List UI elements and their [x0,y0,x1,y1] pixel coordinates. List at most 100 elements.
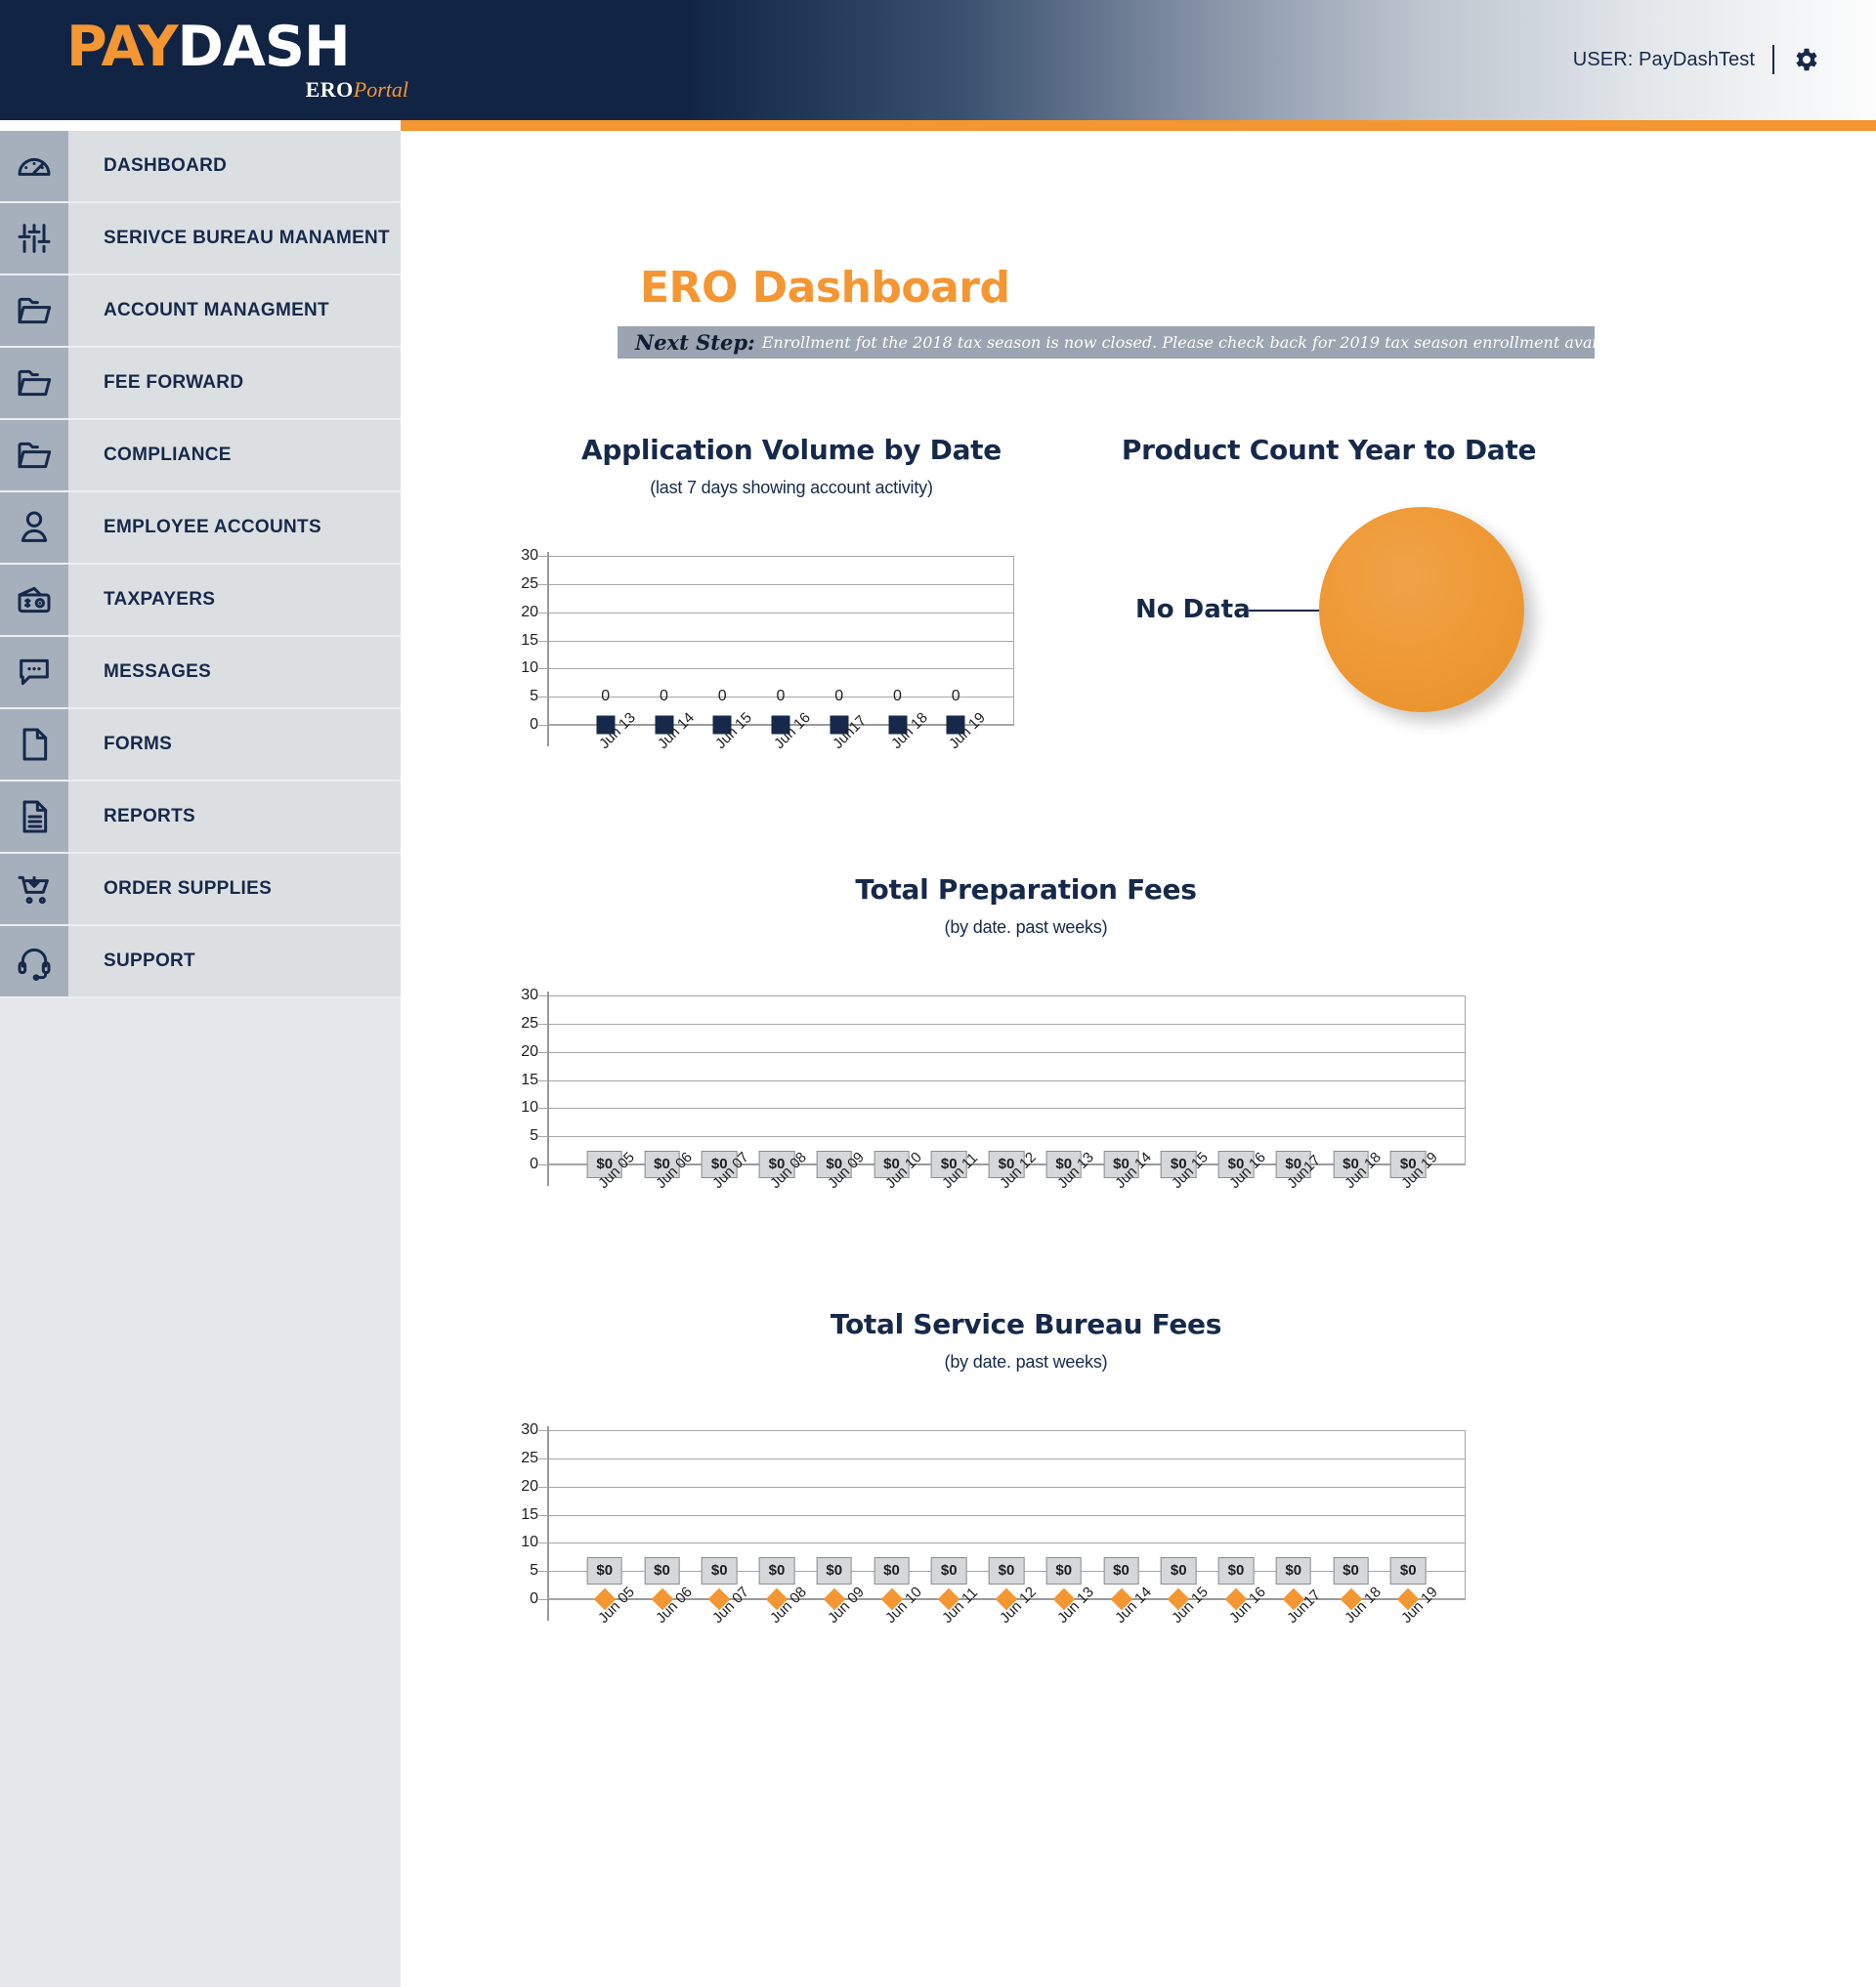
chart-y-tick [538,1051,547,1053]
next-step-message: Enrollment fot the 2018 tax season is no… [761,333,1595,352]
sidebar-item-order-supplies[interactable]: ORDER SUPPLIES [0,854,401,926]
chart-y-tick-label: 30 [521,1421,538,1438]
sidebar-item-employee-accounts[interactable]: EMPLOYEE ACCOUNTS [0,492,401,565]
chart-title: Application Volume by Date [581,434,1002,466]
header-accent-rule [401,120,1876,131]
chart-gridline [547,1108,1466,1110]
sidebar-item-label: DASHBOARD [104,155,228,176]
chart-y-tick-label: 15 [521,1505,538,1523]
pie-slice-label: No Data [1135,595,1251,624]
chart-y-tick-label: 0 [530,1156,538,1172]
chart-y-tick-label: 10 [521,1099,538,1117]
sidebar-item-compliance[interactable]: COMPLIANCE [0,420,401,492]
app-header: PAYDASH EROPortal USER: PayDashTest [0,0,1876,120]
logo-wordmark: PAYDASH [66,18,408,76]
chart-data-label: $0 [1160,1557,1197,1585]
chart-subtitle: (by date. past weeks) [944,1352,1108,1372]
pie-leader-line [1249,610,1319,612]
chart-y-tick [538,1108,547,1110]
chart-y-tick-label: 15 [521,1071,538,1088]
chart-total-preparation-fees: Total Preparation Fees (by date. past wee… [508,873,1544,1245]
chart-y-tick [538,1514,547,1516]
wallet-icon [0,565,68,635]
chart-y-tick-label: 0 [530,1590,538,1607]
chart-data-label: $0 [586,1557,623,1585]
chart-y-tick-label: 30 [521,547,538,564]
chart-data-label: 0 [601,688,611,705]
chart-data-label: 0 [660,688,668,705]
sidebar-item-serivce-bureau-manament[interactable]: SERIVCE BUREAU MANAMENT [0,203,401,275]
chart-data-label: $0 [1389,1557,1427,1585]
gauge-icon [0,131,68,201]
chart-gridline [547,1136,1466,1138]
logo-dash-text: DASH [177,15,350,79]
chart-y-tick [538,697,547,698]
chart-gridline [547,1430,1466,1431]
chart-gridline [547,1079,1466,1081]
logo-portal-text: Portal [353,77,408,102]
sidebar-item-label: MESSAGES [104,661,212,682]
chart-y-tick-label: 10 [521,1534,538,1551]
chart-y-tick-label: 5 [530,1562,538,1580]
chart-data-label: $0 [644,1557,680,1585]
gear-icon[interactable] [1792,45,1821,74]
chart-data-label: 0 [717,688,727,705]
sidebar-item-account-managment[interactable]: ACCOUNT MANAGMENT [0,275,401,348]
chart-y-tick-label: 25 [521,574,538,592]
sidebar-item-forms[interactable]: FORMS [0,709,401,782]
chart-subtitle: (by date. past weeks) [944,917,1108,937]
chart-y-tick [538,1079,547,1081]
chart-y-tick [538,1136,547,1138]
sidebar-item-label: FORMS [104,734,173,754]
chart-gridline [547,1486,1466,1488]
chart-y-tick-label: 5 [530,688,538,705]
sidebar: DASHBOARD SERIVCE BUREAU MANAMENT ACCOUNT … [0,131,401,1987]
sidebar-item-label: SERIVCE BUREAU MANAMENT [104,228,390,248]
chart-total-service-bureau-fees: Total Service Bureau Fees (by date. past … [508,1308,1544,1679]
chart-y-tick-label: 0 [530,716,538,733]
chart-y-tick-label: 5 [530,1127,538,1145]
sidebar-item-label: COMPLIANCE [104,444,232,465]
sidebar-item-dashboard[interactable]: DASHBOARD [0,131,401,203]
sidebar-item-messages[interactable]: MESSAGES [0,637,401,709]
chart-gridline [547,640,1014,642]
sidebar-item-label: SUPPORT [104,951,195,971]
sidebar-item-support[interactable]: SUPPORT [0,926,401,998]
chart-y-tick [538,1599,547,1600]
chart-data-label: $0 [874,1557,910,1585]
document-icon [0,709,68,780]
chart-data-label: $0 [930,1557,967,1585]
chart-subtitle: (last 7 days showing account activity) [650,478,933,497]
chart-y-tick-label: 10 [521,659,538,677]
chart-y-tick [538,583,547,585]
chart-y-tick [538,725,547,726]
chart-y-tick-label: 30 [521,987,538,1003]
dashboard-page: PAYDASH EROPortal USER: PayDashTest DASH… [0,0,1876,1987]
sidebar-item-label: EMPLOYEE ACCOUNTS [104,517,321,537]
chart-plot-area: 0 5 10 15 20 25 30 $0 $0 $0 $0 $0 $0 $0 $0 $0 $0 $0 $0 $0 $0… [521,1421,1466,1627]
paydash-logo[interactable]: PAYDASH EROPortal [66,18,408,107]
sidebar-item-label: FEE FORWARD [104,372,244,393]
chart-y-tick [538,995,547,996]
chart-gridline [547,1051,1466,1053]
chart-plot-area: 0 5 10 15 20 25 30 $0 $0 $0 $0 $0 $0 $0 $0 $0 $0 $0 $0 $0 $0… [521,987,1466,1192]
chart-gridline [547,583,1014,585]
chart-data-label: 0 [951,688,960,705]
chart-y-axis [547,552,549,746]
logo-pay-text: PAY [66,15,178,79]
next-step-label: Next Step: [635,330,755,355]
sidebar-nav: DASHBOARD SERIVCE BUREAU MANAMENT ACCOUNT … [0,131,401,998]
chart-y-tick [538,640,547,642]
chart-gridline [547,668,1014,670]
chart-y-tick-label: 25 [521,1014,538,1032]
sidebar-item-taxpayers[interactable]: TAXPAYERS [0,565,401,637]
sidebar-item-reports[interactable]: REPORTS [0,782,401,854]
folder-icon [0,348,68,418]
chart-data-label: $0 [1045,1557,1083,1585]
user-icon [0,492,68,563]
sidebar-item-fee-forward[interactable]: FEE FORWARD [0,348,401,420]
chart-data-label: $0 [1217,1557,1255,1585]
chart-product-count: Product Count Year to Date No Data [1085,434,1573,766]
pie-chart-area: No Data [1085,434,1573,766]
headset-icon [0,926,68,996]
